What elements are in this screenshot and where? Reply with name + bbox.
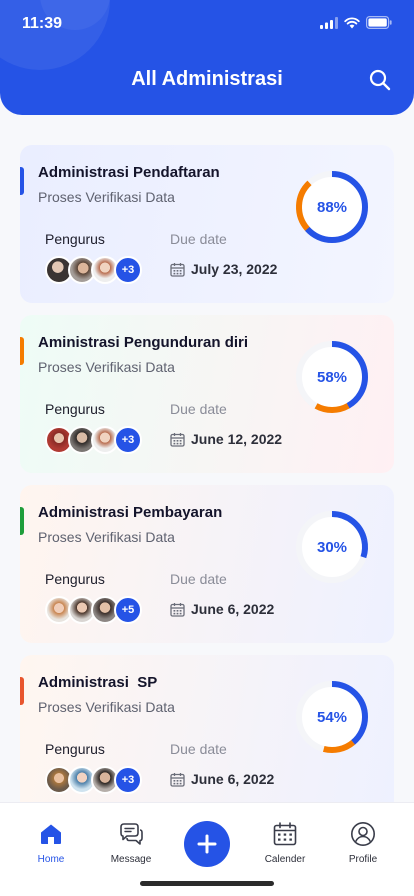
plus-icon [197, 834, 217, 854]
card-accent [20, 677, 24, 705]
home-icon [41, 824, 61, 844]
progress-percent: 30% [316, 538, 348, 556]
due-date-label: Due date [170, 571, 227, 587]
card-title: Administrasi Pembayaran [38, 504, 223, 521]
pengurus-label: Pengurus [45, 401, 105, 417]
search-icon[interactable] [368, 68, 392, 92]
calendar-icon [170, 263, 185, 277]
calendar-icon [170, 433, 185, 447]
nav-home[interactable]: Home [16, 821, 86, 865]
avatar-group[interactable]: +3 [45, 766, 155, 794]
header-bar: 11:39 All Administrasi [0, 0, 414, 115]
due-date-value: July 23, 2022 [191, 261, 278, 277]
nav-calender[interactable]: Calender [250, 821, 320, 865]
due-date-value: June 6, 2022 [191, 771, 275, 787]
card-subtitle: Proses Verifikasi Data [38, 529, 175, 545]
card-accent [20, 507, 24, 535]
nav-home-label: Home [37, 854, 65, 865]
avatar-group[interactable]: +3 [45, 426, 155, 454]
more-members-badge[interactable]: +3 [114, 426, 142, 454]
page-title: All Administrasi [131, 68, 283, 90]
avatar-group[interactable]: +3 [45, 256, 155, 284]
card-accent [20, 337, 24, 365]
card-title: Administrasi SP [38, 674, 158, 691]
signal-icon [320, 16, 338, 29]
more-members-badge[interactable]: +3 [114, 256, 142, 284]
profile-icon [351, 822, 375, 846]
calendar-icon [273, 822, 297, 846]
add-button[interactable] [184, 821, 230, 867]
nav-message-label: Message [110, 854, 152, 865]
pengurus-label: Pengurus [45, 571, 105, 587]
due-date-label: Due date [170, 401, 227, 417]
status-time: 11:39 [22, 15, 63, 32]
more-members-badge[interactable]: +3 [114, 766, 142, 794]
battery-icon [366, 16, 392, 29]
progress-percent: 58% [316, 368, 348, 386]
pengurus-label: Pengurus [45, 231, 105, 247]
admin-card-pembayaran[interactable]: Administrasi Pembayaran Proses Verifikas… [20, 485, 394, 643]
nav-profile-label: Profile [348, 854, 378, 865]
due-date-label: Due date [170, 741, 227, 757]
home-indicator [140, 881, 274, 886]
wifi-icon [344, 16, 360, 28]
pengurus-label: Pengurus [45, 741, 105, 757]
admin-card-pendaftaran[interactable]: Administrasi Pendaftaran Proses Verifika… [20, 145, 394, 303]
avatar-group[interactable]: +5 [45, 596, 155, 624]
calendar-icon [170, 773, 185, 787]
due-date-value: June 12, 2022 [191, 431, 283, 447]
card-subtitle: Proses Verifikasi Data [38, 699, 175, 715]
more-members-badge[interactable]: +5 [114, 596, 142, 624]
card-subtitle: Proses Verifikasi Data [38, 189, 175, 205]
card-subtitle: Proses Verifikasi Data [38, 359, 175, 375]
admin-card-pengunduran-diri[interactable]: Aministrasi Pengunduran diri Proses Veri… [20, 315, 394, 473]
nav-message[interactable]: Message [96, 821, 166, 865]
admin-card-sp[interactable]: Administrasi SP Proses Verifikasi Data P… [20, 655, 394, 813]
card-title: Aministrasi Pengunduran diri [38, 334, 249, 351]
due-date-value: June 6, 2022 [191, 601, 275, 617]
calendar-icon [170, 603, 185, 617]
nav-profile[interactable]: Profile [328, 821, 398, 865]
status-icons [320, 16, 392, 29]
progress-percent: 88% [316, 198, 348, 216]
progress-percent: 54% [316, 708, 348, 726]
card-title: Administrasi Pendaftaran [38, 164, 220, 181]
nav-calender-label: Calender [264, 854, 306, 865]
card-accent [20, 167, 24, 195]
chat-icon [120, 823, 143, 845]
due-date-label: Due date [170, 231, 227, 247]
